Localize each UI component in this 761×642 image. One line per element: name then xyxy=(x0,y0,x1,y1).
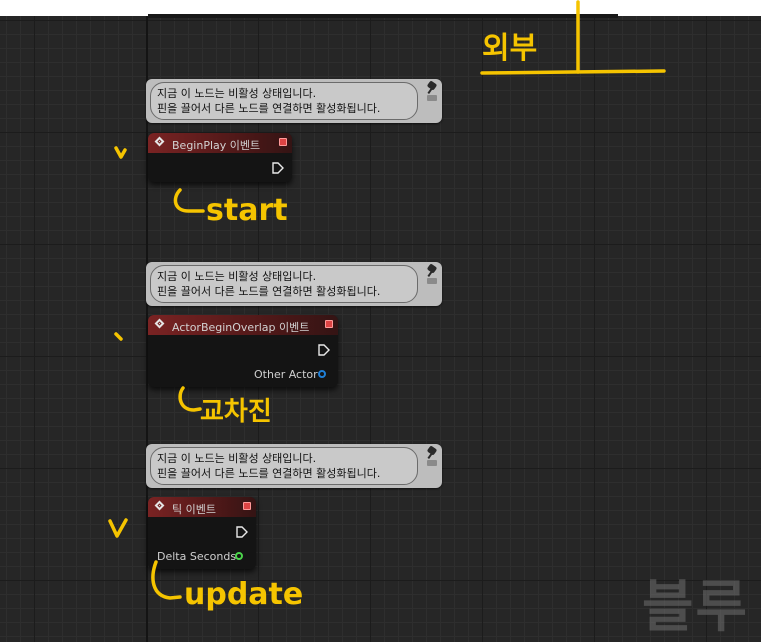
object-pin-icon[interactable] xyxy=(318,370,326,378)
comment-line-1: 지금 이 노드는 비활성 상태입니다. xyxy=(157,452,317,465)
node-title: BeginPlay 이벤트 xyxy=(172,139,261,152)
comment-text-box: 지금 이 노드는 비활성 상태입니다. 핀을 끌어서 다른 노드를 연결하면 활… xyxy=(150,82,418,120)
pin-label-other-actor: Other Actor xyxy=(254,368,318,381)
comment-text-box: 지금 이 노드는 비활성 상태입니다. 핀을 끌어서 다른 노드를 연결하면 활… xyxy=(150,265,418,303)
event-node-actorbeginoverlap[interactable]: ActorBeginOverlap 이벤트 Other Actor xyxy=(148,315,338,387)
delegate-pin-icon[interactable] xyxy=(279,138,287,146)
comment-line-1: 지금 이 노드는 비활성 상태입니다. xyxy=(157,87,317,100)
float-pin-icon[interactable] xyxy=(235,552,243,560)
comment-text-box: 지금 이 노드는 비활성 상태입니다. 핀을 끌어서 다른 노드를 연결하면 활… xyxy=(150,447,418,485)
canvas-top-edge xyxy=(148,14,618,18)
node-title: 틱 이벤트 xyxy=(172,503,216,516)
event-node-tick[interactable]: 틱 이벤트 Delta Seconds xyxy=(148,497,256,569)
pin-label-delta-seconds: Delta Seconds xyxy=(157,550,237,563)
exec-output-pin-icon[interactable] xyxy=(318,344,330,356)
comment-bubble-tick[interactable]: 지금 이 노드는 비활성 상태입니다. 핀을 끌어서 다른 노드를 연결하면 활… xyxy=(146,444,442,488)
comment-bubble-beginplay[interactable]: 지금 이 노드는 비활성 상태입니다. 핀을 끌어서 다른 노드를 연결하면 활… xyxy=(146,79,442,123)
node-title: ActorBeginOverlap 이벤트 xyxy=(172,321,310,334)
comment-line-2: 핀을 끌어서 다른 노드를 연결하면 활성화됩니다. xyxy=(157,285,381,298)
exec-output-pin-icon[interactable] xyxy=(272,162,284,174)
delegate-pin-icon[interactable] xyxy=(243,502,251,510)
comment-line-2: 핀을 끌어서 다른 노드를 연결하면 활성화됩니다. xyxy=(157,467,381,480)
pin-icon[interactable] xyxy=(426,445,438,467)
delegate-pin-icon[interactable] xyxy=(325,320,333,328)
pin-icon[interactable] xyxy=(426,263,438,285)
comment-line-1: 지금 이 노드는 비활성 상태입니다. xyxy=(157,270,317,283)
comment-line-2: 핀을 끌어서 다른 노드를 연결하면 활성화됩니다. xyxy=(157,102,381,115)
pin-icon[interactable] xyxy=(426,80,438,102)
exec-output-pin-icon[interactable] xyxy=(236,526,248,538)
event-node-beginplay[interactable]: BeginPlay 이벤트 xyxy=(148,133,292,182)
watermark: 블루 xyxy=(642,575,750,640)
comment-bubble-overlap[interactable]: 지금 이 노드는 비활성 상태입니다. 핀을 끌어서 다른 노드를 연결하면 활… xyxy=(146,262,442,306)
